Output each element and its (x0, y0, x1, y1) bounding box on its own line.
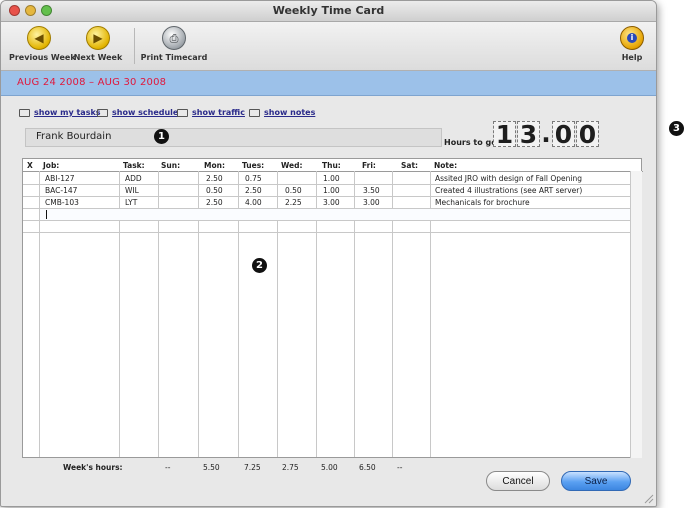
resize-grip-icon[interactable] (642, 492, 654, 504)
cell-job[interactable]: BAC-147 (45, 186, 77, 195)
help-icon: i (620, 26, 644, 50)
total-sun: -- (165, 463, 171, 472)
cell-task[interactable]: ADD (125, 174, 142, 183)
header-divider (23, 171, 643, 172)
cell-tues[interactable]: 4.00 (245, 198, 262, 207)
row-divider (23, 220, 630, 221)
row-divider (23, 196, 630, 197)
time-card-window: Weekly Time Card ◀ Previous Week ▶ Next … (0, 0, 657, 507)
next-arrow-icon: ▶ (86, 26, 110, 50)
hours-to-go-counter: 1 3 . 0 0 (493, 121, 599, 149)
printer-icon: ⎙ (162, 26, 186, 50)
window-title: Weekly Time Card (272, 4, 385, 17)
cell-job[interactable]: ABI-127 (45, 174, 75, 183)
header-wed: Wed: (281, 161, 303, 170)
cell-fri[interactable]: 3.50 (363, 186, 380, 195)
print-timecard-button[interactable]: ⎙ Print Timecard (139, 26, 209, 62)
time-entry-table: X Job: Task: Sun: Mon: Tues: Wed: Thu: F… (22, 158, 643, 458)
previous-arrow-icon: ◀ (27, 26, 51, 50)
cell-task[interactable]: LYT (125, 198, 137, 207)
cell-note[interactable]: Mechanicals for brochure (435, 198, 530, 207)
row-divider (23, 184, 630, 185)
counter-digit: 0 (552, 121, 575, 148)
total-sat: -- (397, 463, 403, 472)
printer-small-icon (177, 108, 188, 117)
employee-name-field: Frank Bourdain (25, 128, 442, 147)
total-fri: 6.50 (359, 463, 376, 472)
help-button[interactable]: i Help (617, 26, 647, 62)
previous-week-button[interactable]: ◀ Previous Week (9, 26, 76, 62)
text-cursor (46, 210, 47, 219)
cell-mon[interactable]: 2.50 (206, 198, 223, 207)
show-schedule-link[interactable]: show schedule (97, 108, 178, 117)
header-task: Task: (123, 161, 145, 170)
printer-small-icon (97, 108, 108, 117)
counter-digit: 3 (517, 121, 540, 148)
cell-tues[interactable]: 0.75 (245, 174, 262, 183)
callout-2: 2 (252, 258, 267, 273)
printer-small-icon (249, 108, 260, 117)
cell-job[interactable]: CMB-103 (45, 198, 79, 207)
header-thu: Thu: (322, 161, 341, 170)
total-mon: 5.50 (203, 463, 220, 472)
toolbar-separator (134, 28, 135, 64)
header-job: Job: (43, 161, 60, 170)
cell-thu[interactable]: 1.00 (323, 186, 340, 195)
printer-small-icon (19, 108, 30, 117)
hours-to-go-label: Hours to go: (444, 138, 500, 147)
row-divider (23, 232, 630, 233)
table-scrollbar[interactable] (630, 171, 642, 458)
show-notes-link[interactable]: show notes (249, 108, 315, 117)
header-sun: Sun: (161, 161, 181, 170)
cell-thu[interactable]: 1.00 (323, 174, 340, 183)
header-tues: Tues: (242, 161, 265, 170)
new-entry-row[interactable] (40, 209, 630, 220)
cancel-button[interactable]: Cancel (486, 471, 550, 491)
employee-name: Frank Bourdain (36, 131, 112, 142)
date-range-band: AUG 24 2008 – AUG 30 2008 (1, 71, 656, 96)
date-range: AUG 24 2008 – AUG 30 2008 (17, 77, 167, 88)
counter-digit: 1 (493, 121, 516, 148)
show-my-tasks-link[interactable]: show my tasks (19, 108, 101, 117)
cell-fri[interactable]: 3.00 (363, 198, 380, 207)
toolbar: ◀ Previous Week ▶ Next Week ⎙ Print Time… (1, 22, 656, 71)
header-x: X (27, 161, 33, 170)
title-bar: Weekly Time Card (1, 1, 656, 22)
cell-wed[interactable]: 2.25 (285, 198, 302, 207)
counter-digit: 0 (576, 121, 599, 148)
show-traffic-link[interactable]: show traffic (177, 108, 245, 117)
cell-wed[interactable]: 0.50 (285, 186, 302, 195)
cell-tues[interactable]: 2.50 (245, 186, 262, 195)
cell-thu[interactable]: 3.00 (323, 198, 340, 207)
header-fri: Fri: (362, 161, 376, 170)
weeks-hours-label: Week's hours: (63, 463, 123, 472)
next-week-button[interactable]: ▶ Next Week (73, 26, 123, 62)
total-tues: 7.25 (244, 463, 261, 472)
header-note: Note: (434, 161, 458, 170)
callout-3: 3 (669, 121, 684, 136)
cell-task[interactable]: WIL (125, 186, 139, 195)
cell-mon[interactable]: 2.50 (206, 174, 223, 183)
callout-1: 1 (154, 129, 169, 144)
total-thu: 5.00 (321, 463, 338, 472)
cell-note[interactable]: Created 4 illustrations (see ART server) (435, 186, 582, 195)
cell-note[interactable]: Assited JRO with design of Fall Opening (435, 174, 582, 183)
save-button[interactable]: Save (561, 471, 631, 491)
total-wed: 2.75 (282, 463, 299, 472)
header-mon: Mon: (204, 161, 225, 170)
cell-mon[interactable]: 0.50 (206, 186, 223, 195)
header-sat: Sat: (401, 161, 419, 170)
counter-decimal: . (541, 119, 551, 148)
